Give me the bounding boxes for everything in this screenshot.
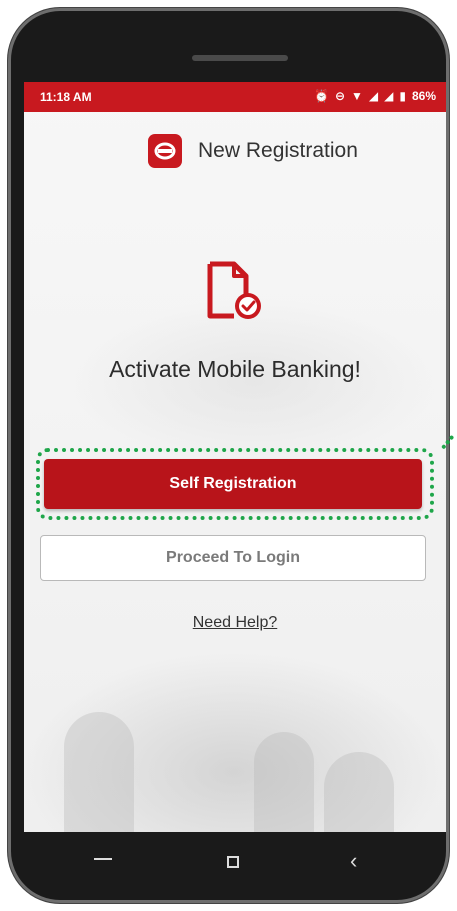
bank-logo-glyph xyxy=(154,142,176,160)
system-nav-bar: ‹ xyxy=(24,832,446,892)
status-icons: ⏰ ⊖ ▼ ◢ ◢ ▮ 86% xyxy=(314,89,436,103)
back-icon[interactable] xyxy=(94,858,112,860)
page-title: New Registration xyxy=(198,139,358,162)
signal-icon: ◢ xyxy=(384,89,394,103)
wifi-icon: ▼ xyxy=(351,89,363,103)
app-header: New Registration xyxy=(24,130,446,170)
signal-icon: ◢ xyxy=(368,89,379,103)
speaker-grille xyxy=(192,55,288,61)
bank-logo-icon xyxy=(148,134,182,168)
proceed-to-login-button[interactable]: Proceed To Login xyxy=(40,535,426,581)
home-icon[interactable] xyxy=(227,856,239,868)
document-check-icon xyxy=(207,261,261,319)
status-time: 11:18 AM xyxy=(40,90,92,104)
battery-icon: ▮ xyxy=(399,89,406,103)
dnd-icon: ⊖ xyxy=(334,89,345,103)
background-silhouette xyxy=(254,732,314,832)
background-silhouette xyxy=(64,712,134,832)
headline: Activate Mobile Banking! xyxy=(109,356,361,382)
status-bar: 11:18 AM ⏰ ⊖ ▼ ◢ ◢ ▮ 86% xyxy=(24,82,446,112)
need-help-link[interactable]: Need Help? xyxy=(24,614,446,632)
highlight-annotation xyxy=(36,448,434,520)
alarm-icon: ⏰ xyxy=(313,89,329,103)
battery-level: 86% xyxy=(411,89,436,103)
recent-icon[interactable]: ‹ xyxy=(350,848,357,874)
background-silhouette xyxy=(324,752,394,832)
